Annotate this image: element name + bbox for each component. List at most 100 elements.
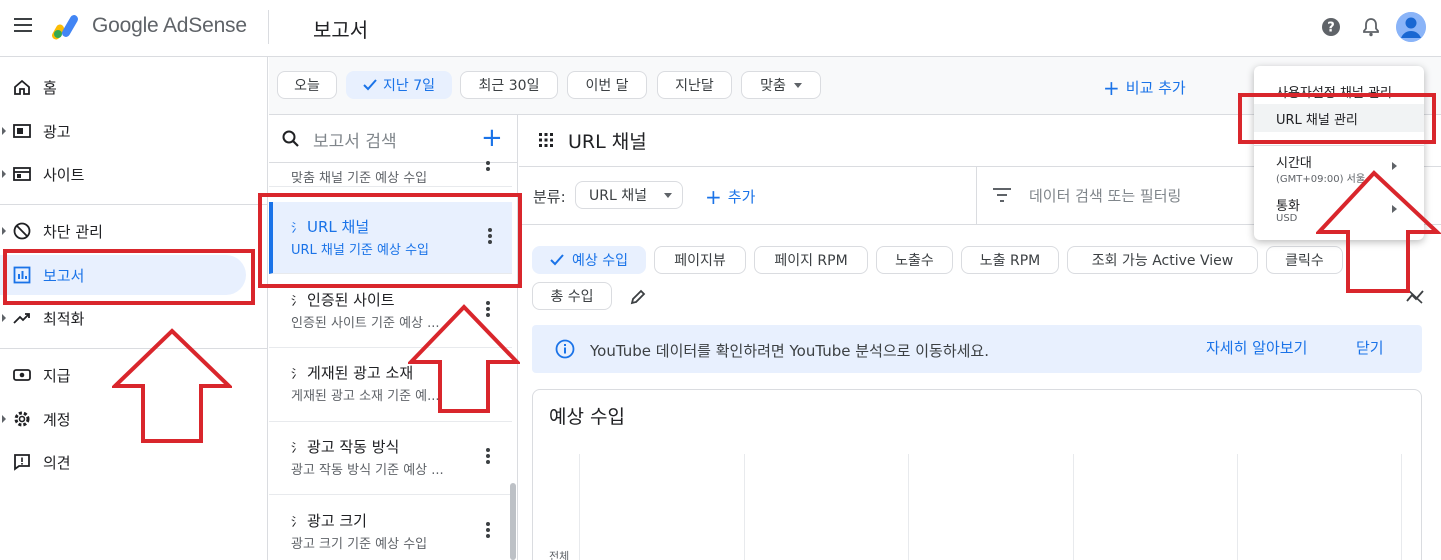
date-chip-last-month[interactable]: 지난달: [657, 71, 732, 99]
sidebar-item-label: 의견: [43, 453, 71, 472]
metric-chip-page-rpm[interactable]: 페이지 RPM: [754, 246, 868, 274]
menu-item-label: 시간대: [1276, 156, 1312, 171]
menu-item-label: 통화: [1276, 199, 1300, 214]
metric-chip-pageviews[interactable]: 페이지뷰: [654, 246, 746, 274]
sidebar-item-feedback[interactable]: 의견: [0, 442, 260, 482]
sidebar-item-label: 광고: [43, 122, 71, 141]
more-vert-icon[interactable]: [485, 161, 491, 179]
metric-chip-impression-rpm[interactable]: 노출 RPM: [961, 246, 1059, 274]
metric-chip-total-earnings[interactable]: 총 수입: [532, 282, 612, 310]
metric-chip-estimated-earnings[interactable]: 예상 수입: [532, 246, 646, 274]
report-item-sub: 광고 크기 기준 예상 수입: [291, 537, 428, 552]
chip-label: 맞춤: [760, 78, 786, 94]
sidebar-item-label: 사이트: [43, 165, 85, 184]
report-item-ad-behavior[interactable]: ⺡ 광고 작동 방식 광고 작동 방식 기준 예상 ...: [269, 422, 512, 495]
sidebar-item-label: 지급: [43, 366, 71, 385]
list-item[interactable]: 맞춤 채널 기준 예상 수입: [269, 161, 512, 187]
date-chip-this-month[interactable]: 이번 달: [567, 71, 647, 99]
dismiss-banner-button[interactable]: 닫기: [1356, 337, 1384, 358]
add-report-button[interactable]: +: [481, 125, 503, 151]
help-icon[interactable]: ?: [1320, 16, 1342, 38]
metric-chip-active-view[interactable]: 조회 가능 Active View: [1067, 246, 1258, 274]
date-chip-custom[interactable]: 맞춤: [741, 71, 821, 99]
more-vert-icon[interactable]: [485, 522, 491, 540]
menu-icon[interactable]: [14, 18, 32, 32]
left-navigation: 홈 광고 사이트 차단 관리 보고서 최적화 지급 계정 의견: [0, 57, 268, 560]
learn-more-link[interactable]: 자세히 알아보기: [1206, 337, 1307, 358]
annotation-box-reports-nav: [3, 249, 255, 305]
report-item-title: ⺡ 게재된 광고 소재: [291, 362, 413, 383]
chart-gridline: [1237, 454, 1238, 560]
info-icon: [555, 339, 575, 359]
expand-caret-icon: [2, 227, 6, 235]
sidebar-item-home[interactable]: 홈: [0, 67, 260, 107]
chart-axis-label: 전체: [549, 550, 570, 560]
feedback-icon: [14, 454, 30, 471]
metric-label: 예상 수입: [572, 253, 628, 269]
edit-pencil-icon[interactable]: [629, 288, 647, 306]
settings-icon: [14, 411, 30, 427]
plus-icon: +: [705, 185, 722, 209]
report-search-input[interactable]: 보고서 검색: [313, 127, 397, 152]
date-chip-last-30-days[interactable]: 최근 30일: [460, 71, 558, 99]
menu-divider: [1254, 145, 1424, 146]
chart-gridline: [908, 454, 909, 560]
report-item-title: ⺡ 광고 크기: [291, 510, 367, 531]
brand-name[interactable]: Google AdSense: [92, 14, 247, 38]
report-item-sub: 광고 작동 방식 기준 예상 ...: [291, 463, 444, 478]
estimated-earnings-chart-card: 예상 수입 전체: [532, 389, 1422, 560]
annotation-arrow-reports: [112, 328, 232, 443]
nav-divider: [0, 204, 268, 205]
banner-text: YouTube 데이터를 확인하려면 YouTube 분석으로 이동하세요.: [590, 342, 990, 360]
sidebar-item-ads[interactable]: 광고: [0, 111, 260, 151]
trending-up-icon: [13, 313, 30, 324]
report-search[interactable]: 보고서 검색 +: [269, 115, 518, 163]
dimension-label: 분류:: [533, 188, 566, 206]
expand-caret-icon: [2, 314, 6, 322]
adsense-reports-screen: Google AdSense 보고서 ? 홈 광고 사이트 차단 관리 보고서 …: [0, 0, 1441, 560]
search-icon: [282, 130, 299, 147]
more-vert-icon[interactable]: [485, 448, 491, 466]
dimension-select[interactable]: URL 채널: [575, 181, 683, 209]
report-item-title: ⺡ 광고 작동 방식: [291, 436, 399, 457]
expand-caret-icon: [2, 127, 6, 135]
svg-text:?: ?: [1327, 21, 1335, 36]
notifications-icon[interactable]: [1360, 16, 1382, 38]
add-dimension-button[interactable]: + 추가: [705, 185, 755, 209]
report-item-ad-size[interactable]: ⺡ 광고 크기 광고 크기 기준 예상 수입: [269, 496, 512, 560]
dimension-value: URL 채널: [589, 188, 647, 204]
menu-item-sub: USD: [1276, 213, 1298, 224]
apps-grid-icon: [539, 133, 553, 147]
filter-search-input[interactable]: 데이터 검색 또는 필터링: [1029, 185, 1181, 206]
date-chip-today[interactable]: 오늘: [277, 71, 337, 99]
header-divider: [268, 10, 269, 44]
check-icon: [363, 79, 377, 91]
adsense-logo-icon: [52, 15, 78, 40]
chart-gridline: [1401, 454, 1402, 560]
expand-caret-icon: [2, 170, 6, 178]
filter-divider: [976, 167, 977, 225]
date-chip-last-7-days[interactable]: 지난 7일: [346, 71, 452, 99]
report-title: URL 채널: [568, 131, 647, 153]
report-item-title-text: 인증된 사이트: [307, 291, 395, 309]
sparkle-icon: ⺡: [291, 441, 304, 455]
plus-icon: +: [1103, 76, 1120, 100]
metric-chip-impressions[interactable]: 노출수: [876, 246, 953, 274]
youtube-info-banner: YouTube 데이터를 확인하려면 YouTube 분석으로 이동하세요. 자…: [532, 325, 1422, 373]
account-avatar[interactable]: [1396, 12, 1426, 42]
chevron-right-icon: [1392, 162, 1397, 170]
sidebar-item-label: 차단 관리: [43, 222, 103, 241]
add-comparison-button[interactable]: + 비교 추가: [1103, 76, 1186, 100]
expand-caret-icon: [2, 415, 6, 423]
sidebar-item-label: 홈: [43, 78, 57, 97]
sidebar-item-sites[interactable]: 사이트: [0, 154, 260, 194]
sparkle-icon: ⺡: [291, 515, 304, 529]
filter-icon: [993, 188, 1011, 202]
top-app-bar: Google AdSense 보고서 ?: [0, 0, 1441, 57]
report-list-scrollbar[interactable]: [510, 483, 516, 560]
report-item-title-text: 광고 작동 방식: [307, 438, 400, 456]
ads-icon: [13, 124, 31, 138]
report-item-title-text: 광고 크기: [307, 512, 367, 530]
dropdown-arrow-icon: [793, 82, 802, 88]
sidebar-item-block-management[interactable]: 차단 관리: [0, 211, 260, 251]
